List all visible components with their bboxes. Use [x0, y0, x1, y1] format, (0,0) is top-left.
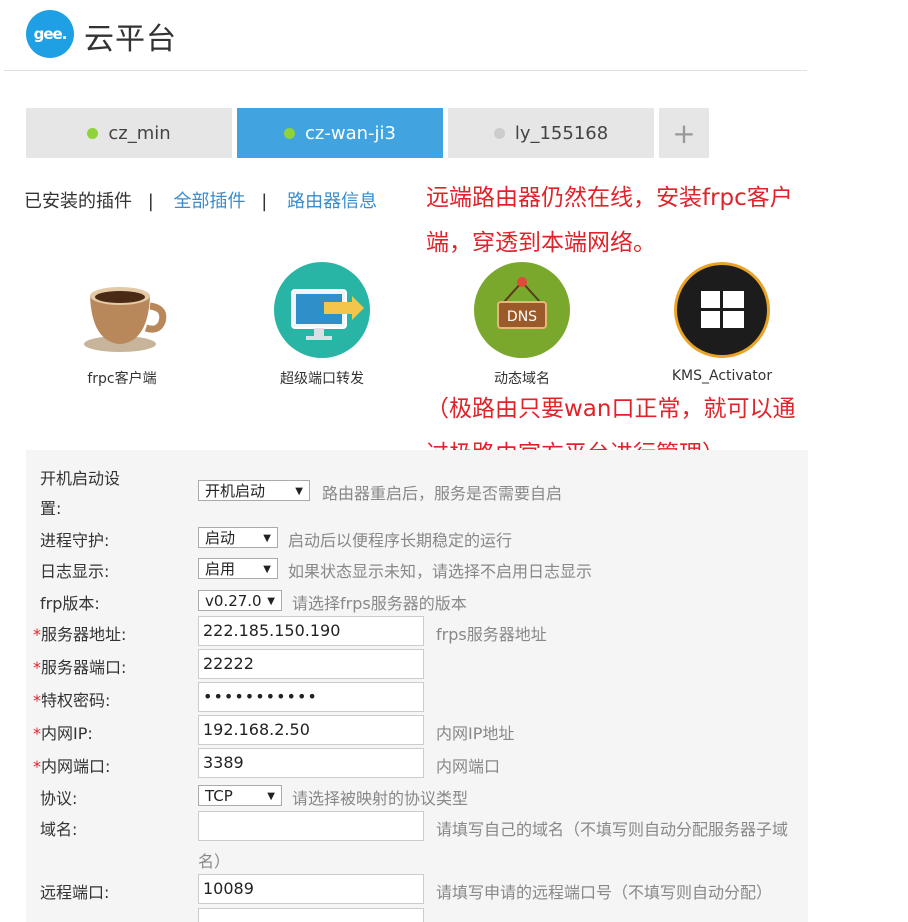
installed-plugins-link[interactable]: 已安装的插件 — [24, 191, 132, 212]
frp-version-hint: 请选择frps服务器的版本 — [292, 594, 467, 613]
remote-port-hint: 请填写申请的远程端口号（不填写则自动分配） — [436, 883, 773, 902]
token-label: *特权密码: — [33, 687, 110, 711]
required-mark: * — [33, 658, 41, 677]
tab-label: ly_155168 — [514, 122, 609, 144]
plus-icon: + — [672, 116, 696, 150]
chevron-down-icon: ▼ — [267, 791, 275, 802]
label-line: 开机启动设 — [40, 469, 121, 488]
local-ip-hint: 内网IP地址 — [436, 724, 515, 743]
online-status-dot — [87, 127, 99, 139]
daemon-label: 进程守护: — [40, 531, 110, 550]
gee-logo[interactable]: gee. — [26, 10, 74, 58]
required-mark: * — [33, 625, 41, 644]
select-value: TCP — [205, 787, 233, 805]
plugin-label: frpc客户端 — [87, 371, 157, 387]
select-value: v0.27.0 — [205, 592, 262, 610]
label-text: 内网IP: — [41, 724, 93, 743]
local-ip-label: *内网IP: — [33, 720, 93, 744]
server-port-label: *服务器端口: — [33, 654, 126, 678]
chevron-down-icon: ▼ — [263, 533, 271, 544]
log-hint: 如果状态显示未知，请选择不启用日志显示 — [288, 562, 593, 581]
frpc-settings-panel: 开机启动设 置: 开机启动 ▼ 路由器重启后，服务是否需要自启 进程守护: 启动 ▼… — [26, 450, 808, 922]
plugin-port-forward[interactable]: 超级端口转发 — [247, 262, 397, 388]
annotation-line: 端，穿透到本端网络。 — [426, 230, 656, 256]
required-mark: * — [33, 691, 41, 710]
domain-input[interactable] — [198, 811, 424, 841]
protocol-select[interactable]: TCP ▼ — [198, 785, 282, 806]
remote-port-label: 远程端口: — [40, 883, 110, 902]
plugin-kms[interactable]: KMS_Activator — [647, 262, 797, 384]
select-value: 开机启动 — [205, 482, 266, 500]
domain-hint-continued: 名） — [198, 852, 231, 871]
domain-label: 域名: — [40, 820, 78, 839]
tab-cz-min[interactable]: cz_min — [26, 108, 232, 158]
svg-text:DNS: DNS — [507, 309, 537, 325]
offline-status-dot — [493, 127, 505, 139]
label-line: 置: — [40, 499, 62, 518]
boot-hint: 路由器重启后，服务是否需要自启 — [322, 484, 563, 503]
boot-label: 开机启动设 置: — [40, 464, 120, 524]
coffee-cup-icon — [74, 262, 170, 358]
annotation-top: 远端路由器仍然在线，安装frpc客户 端，穿透到本端网络。 — [426, 176, 793, 266]
protocol-label: 协议: — [40, 789, 78, 808]
local-ip-input[interactable]: 192.168.2.50 — [198, 715, 424, 745]
protocol-hint: 请选择被映射的协议类型 — [292, 789, 469, 808]
label-text: 内网端口: — [41, 757, 111, 776]
all-plugins-link[interactable]: 全部插件 — [174, 191, 246, 212]
annotation-line: （极路由只要wan口正常，就可以通 — [426, 396, 796, 422]
server-addr-input[interactable]: 222.185.150.190 — [198, 616, 424, 646]
required-mark: * — [33, 724, 41, 743]
plugin-nav: 已安装的插件 | 全部插件 | 路由器信息 — [24, 187, 387, 213]
log-label: 日志显示: — [40, 562, 110, 581]
local-port-input[interactable]: 3389 — [198, 748, 424, 778]
annotation-line: 远端路由器仍然在线，安装frpc客户 — [426, 185, 793, 211]
tab-label: cz-wan-ji3 — [305, 122, 396, 144]
daemon-select[interactable]: 启动 ▼ — [198, 527, 278, 548]
local-port-hint: 内网端口 — [436, 757, 501, 776]
plugin-label: KMS_Activator — [671, 368, 773, 384]
chevron-down-icon: ▼ — [263, 564, 271, 575]
label-text: 特权密码: — [41, 691, 111, 710]
nav-separator: | — [261, 191, 268, 212]
daemon-hint: 启动后以便程序长期稳定的运行 — [288, 531, 513, 550]
boot-select[interactable]: 开机启动 ▼ — [198, 480, 310, 501]
plugin-label: 动态域名 — [494, 371, 550, 387]
dns-sign-icon: DNS — [474, 262, 570, 358]
plugin-frpc[interactable]: frpc客户端 — [47, 262, 197, 388]
local-port-label: *内网端口: — [33, 753, 110, 777]
next-field-input[interactable] — [198, 908, 424, 922]
frp-version-label: frp版本: — [40, 594, 100, 613]
add-router-button[interactable]: + — [659, 108, 709, 158]
frp-version-select[interactable]: v0.27.0 ▼ — [198, 590, 282, 611]
select-value: 启用 — [205, 560, 236, 578]
server-addr-label: *服务器地址: — [33, 621, 126, 645]
tab-label: cz_min — [108, 122, 171, 144]
server-port-input[interactable]: 22222 — [198, 649, 424, 679]
platform-title: 云平台 — [84, 22, 177, 57]
log-select[interactable]: 启用 ▼ — [198, 558, 278, 579]
required-mark: * — [33, 757, 41, 776]
chevron-down-icon: ▼ — [267, 596, 275, 607]
windows-logo-icon — [674, 262, 770, 358]
plugin-ddns[interactable]: DNS 动态域名 — [447, 262, 597, 388]
select-value: 启动 — [205, 529, 236, 547]
plugin-label: 超级端口转发 — [280, 371, 364, 387]
tab-ly-155168[interactable]: ly_155168 — [448, 108, 654, 158]
label-text: 服务器端口: — [41, 658, 127, 677]
nav-separator: | — [147, 191, 154, 212]
remote-port-input[interactable]: 10089 — [198, 874, 424, 904]
label-text: 服务器地址: — [41, 625, 127, 644]
top-header: gee. 云平台 — [4, 0, 807, 71]
port-forward-monitor-icon — [274, 262, 370, 358]
chevron-down-icon: ▼ — [295, 486, 303, 497]
online-status-dot — [284, 127, 296, 139]
tab-cz-wan-ji3[interactable]: cz-wan-ji3 — [237, 108, 443, 158]
domain-hint: 请填写自己的域名（不填写则自动分配服务器子域 — [436, 820, 789, 839]
server-addr-hint: frps服务器地址 — [436, 625, 547, 644]
token-password-input[interactable]: ••••••••••• — [198, 682, 424, 712]
router-info-link[interactable]: 路由器信息 — [287, 191, 377, 212]
